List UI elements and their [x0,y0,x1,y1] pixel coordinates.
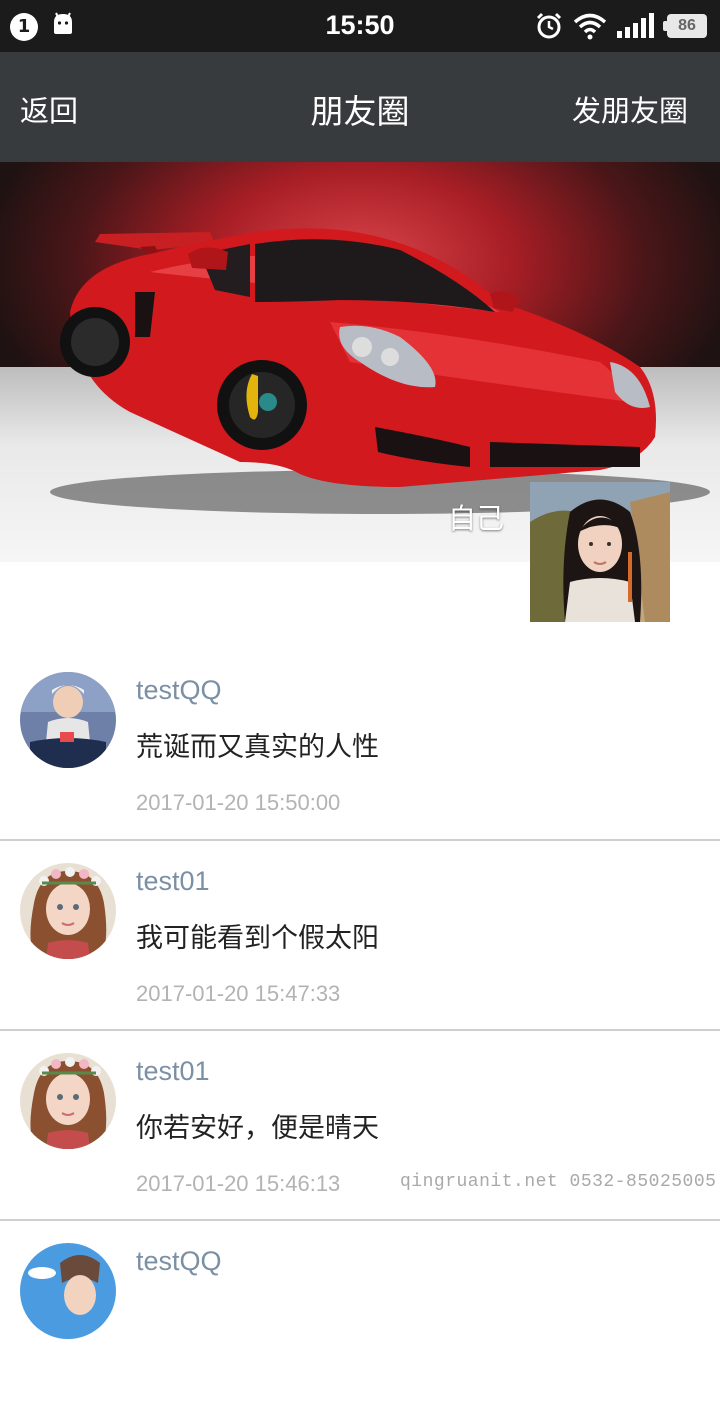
cover-user-name: 自己 [448,502,505,535]
post-moment-button[interactable]: 发朋友圈 [572,88,688,130]
battery-icon: 86 [663,14,707,38]
moments-feed: testQQ 荒诞而又真实的人性 2017-01-20 15:50:00 tes [0,650,720,1409]
post-author[interactable]: test01 [136,1056,210,1087]
post-content: 荒诞而又真实的人性 [136,732,379,763]
list-item[interactable]: test01 我可能看到个假太阳 2017-01-20 15:47:33 [0,841,720,1031]
title-bar: 返回 朋友圈 发朋友圈 [0,52,720,162]
avatar[interactable] [20,1053,116,1149]
post-content: 你若安好，便是晴天 [136,1113,379,1144]
post-content: 我可能看到个假太阳 [136,923,379,954]
avatar[interactable] [20,672,116,768]
watermark: qingruanit.net 0532-85025005 [400,1172,717,1192]
list-item[interactable]: testQQ 荒诞而又真实的人性 2017-01-20 15:50:00 [0,650,720,841]
self-avatar[interactable] [530,482,670,622]
post-timestamp: 2017-01-20 15:47:33 [136,981,341,1006]
avatar[interactable] [20,863,116,959]
signal-icon [616,13,656,43]
wifi-icon [573,12,607,44]
post-author[interactable]: testQQ [136,1246,222,1277]
post-author[interactable]: testQQ [136,675,222,706]
list-item[interactable]: testQQ [0,1221,720,1409]
status-bar: 1 15:50 86 [0,0,720,52]
avatar[interactable] [20,1243,116,1339]
status-time: 15:50 [325,10,395,40]
post-author[interactable]: test01 [136,866,210,897]
list-item[interactable]: test01 你若安好，便是晴天 2017-01-20 15:46:13 [0,1031,720,1221]
post-timestamp: 2017-01-20 15:46:13 [136,1171,341,1196]
post-timestamp: 2017-01-20 15:50:00 [136,790,341,815]
alarm-icon [535,12,563,44]
